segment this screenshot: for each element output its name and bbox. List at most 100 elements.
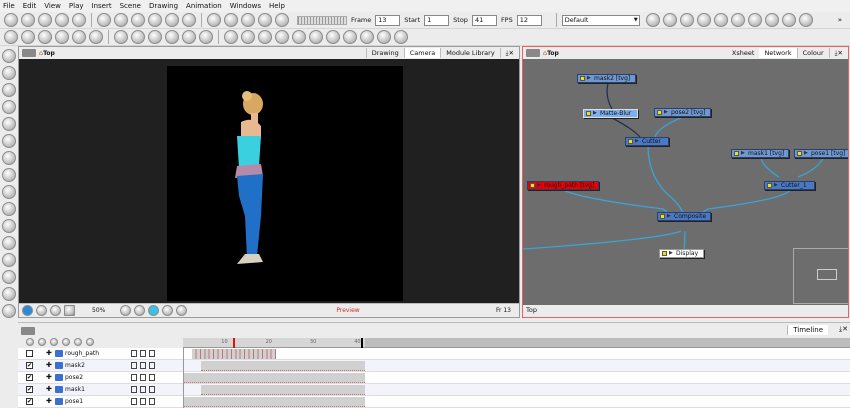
node-matte-blur[interactable]: ▶ Matte-Blur — [583, 109, 638, 118]
node-mask2[interactable]: ▶ mask2 [tvg] — [577, 74, 636, 83]
layer-visibility-checkbox[interactable]: ✔ — [26, 362, 33, 369]
camera-tool-icon[interactable] — [182, 13, 196, 27]
start-field[interactable]: 1 — [424, 14, 450, 26]
peg-add-icon[interactable] — [679, 13, 694, 27]
layer-enable-icon[interactable] — [131, 374, 137, 381]
light-table-icon[interactable] — [148, 305, 160, 316]
camera-icon[interactable] — [713, 13, 728, 27]
stroke-icon[interactable] — [1, 168, 16, 182]
menu-insert[interactable]: Insert — [92, 2, 112, 10]
menu-help[interactable]: Help — [269, 2, 285, 10]
lock-icon[interactable] — [140, 350, 146, 357]
layer-properties-icon[interactable] — [149, 350, 155, 357]
add-layer-icon[interactable] — [50, 338, 58, 346]
sound-volume-slider[interactable] — [297, 15, 347, 25]
node-pose1[interactable]: ▶ pose1 [tvg] — [794, 149, 848, 158]
lock-icon[interactable] — [140, 386, 146, 393]
add-peg-icon[interactable] — [86, 338, 94, 346]
camera-viewport[interactable] — [19, 59, 519, 303]
layer-row-mask2[interactable]: ✔ ✚ mask2 — [18, 360, 850, 372]
grid-icon[interactable] — [1, 253, 16, 267]
layer-enable-icon[interactable] — [131, 386, 137, 393]
safe-area-icon[interactable] — [64, 305, 75, 316]
undo-icon[interactable] — [97, 13, 111, 27]
light-icon[interactable] — [764, 13, 779, 27]
navigator-viewport[interactable] — [817, 269, 837, 280]
expand-icon[interactable]: ✚ — [46, 361, 52, 369]
menu-view[interactable]: View — [44, 2, 61, 10]
toggle-icon[interactable] — [134, 305, 146, 316]
layer-cells[interactable] — [183, 373, 365, 383]
node-rough-path[interactable]: ▶ rough_path [tvg] — [527, 181, 599, 190]
settings-icon[interactable] — [36, 305, 47, 316]
panel-close-icon[interactable]: ⤓✕ — [499, 48, 519, 58]
menu-drawing[interactable]: Drawing — [149, 2, 178, 10]
node-cutter[interactable]: ▶ Cutter — [625, 137, 669, 146]
curve-icon[interactable] — [148, 30, 162, 44]
panel-menu-button[interactable] — [21, 327, 35, 335]
expand-icon[interactable]: ✚ — [46, 385, 52, 393]
tab-xsheet[interactable]: Xsheet — [727, 48, 760, 58]
layer-properties-icon[interactable] — [149, 386, 155, 393]
rotate-icon[interactable] — [21, 30, 35, 44]
text-to-peg-icon[interactable] — [696, 13, 711, 27]
r-key-blue-icon[interactable] — [182, 30, 196, 44]
film-icon[interactable] — [275, 30, 289, 44]
expand-icon[interactable]: ✚ — [46, 373, 52, 381]
panel-menu-button[interactable] — [22, 49, 36, 57]
network-canvas[interactable]: ▶ mask2 [tvg] ▶ Matte-Blur ▶ pose2 [tvg] ▶ C… — [523, 59, 848, 305]
create-keyframe-icon[interactable] — [258, 30, 272, 44]
reset-view-icon[interactable] — [120, 305, 132, 316]
eraser-icon[interactable] — [1, 134, 16, 148]
zoom-icon[interactable] — [1, 219, 16, 233]
menu-animation[interactable]: Animation — [186, 2, 222, 10]
peg-reset-icon[interactable] — [360, 30, 374, 44]
paint-bucket-icon[interactable] — [1, 304, 16, 318]
layer-name[interactable]: mask2 — [65, 362, 85, 369]
loop-icon[interactable] — [241, 13, 255, 27]
panel-menu-button[interactable] — [526, 49, 540, 57]
layer-name[interactable]: rough_path — [65, 350, 99, 357]
tab-drawing[interactable]: Drawing — [365, 48, 404, 58]
new-scene-icon[interactable] — [4, 13, 18, 27]
panel-close-icon[interactable]: ⤓✕ — [839, 325, 848, 334]
gift-icon[interactable] — [224, 30, 238, 44]
node-display[interactable]: ▶ Display — [659, 249, 704, 258]
contour-editor-icon[interactable] — [1, 66, 16, 80]
navigator-map[interactable] — [793, 248, 848, 304]
layer-properties-icon[interactable] — [149, 362, 155, 369]
select-icon[interactable] — [1, 49, 16, 63]
pencil-icon[interactable] — [1, 100, 16, 114]
onion-icon[interactable] — [781, 13, 796, 27]
node-add-icon[interactable] — [292, 30, 306, 44]
play-icon[interactable] — [207, 13, 221, 27]
tab-module-library[interactable]: Module Library — [440, 48, 499, 58]
tab-camera[interactable]: Camera — [403, 48, 441, 58]
peg-up-icon[interactable] — [326, 30, 340, 44]
node-mask1[interactable]: ▶ mask1 [tvg] — [731, 149, 789, 158]
layer-row-pose1[interactable]: ✔ ✚ pose1 — [18, 396, 850, 408]
r-key-green-icon[interactable] — [199, 30, 213, 44]
add-drawing-icon[interactable] — [74, 338, 82, 346]
save-icon[interactable] — [38, 13, 52, 27]
layer-name[interactable]: pose2 — [65, 374, 83, 381]
toolbar-overflow[interactable]: » — [838, 16, 842, 24]
menu-play[interactable]: Play — [69, 2, 84, 10]
remove-layer-icon[interactable] — [62, 338, 70, 346]
layer-name[interactable]: mask1 — [65, 386, 85, 393]
brush-icon[interactable] — [1, 83, 16, 97]
layer-visibility-checkbox[interactable]: ✔ — [26, 386, 33, 393]
layer-cells[interactable] — [200, 385, 365, 395]
expand-icon[interactable]: ✚ — [46, 397, 52, 405]
layer-row-pose2[interactable]: ✔ ✚ pose2 — [18, 372, 850, 384]
maximize-icon[interactable] — [72, 30, 86, 44]
lock-icon[interactable] — [140, 374, 146, 381]
lock-all-icon[interactable] — [38, 338, 46, 346]
color-icon[interactable] — [114, 30, 128, 44]
node-pose2[interactable]: ▶ pose2 [tvg] — [654, 108, 711, 117]
workspace-icon[interactable] — [645, 13, 660, 27]
menu-scene[interactable]: Scene — [120, 2, 141, 10]
hammer-icon[interactable] — [241, 30, 255, 44]
show-all-icon[interactable] — [26, 338, 34, 346]
save-as-icon[interactable] — [55, 13, 69, 27]
